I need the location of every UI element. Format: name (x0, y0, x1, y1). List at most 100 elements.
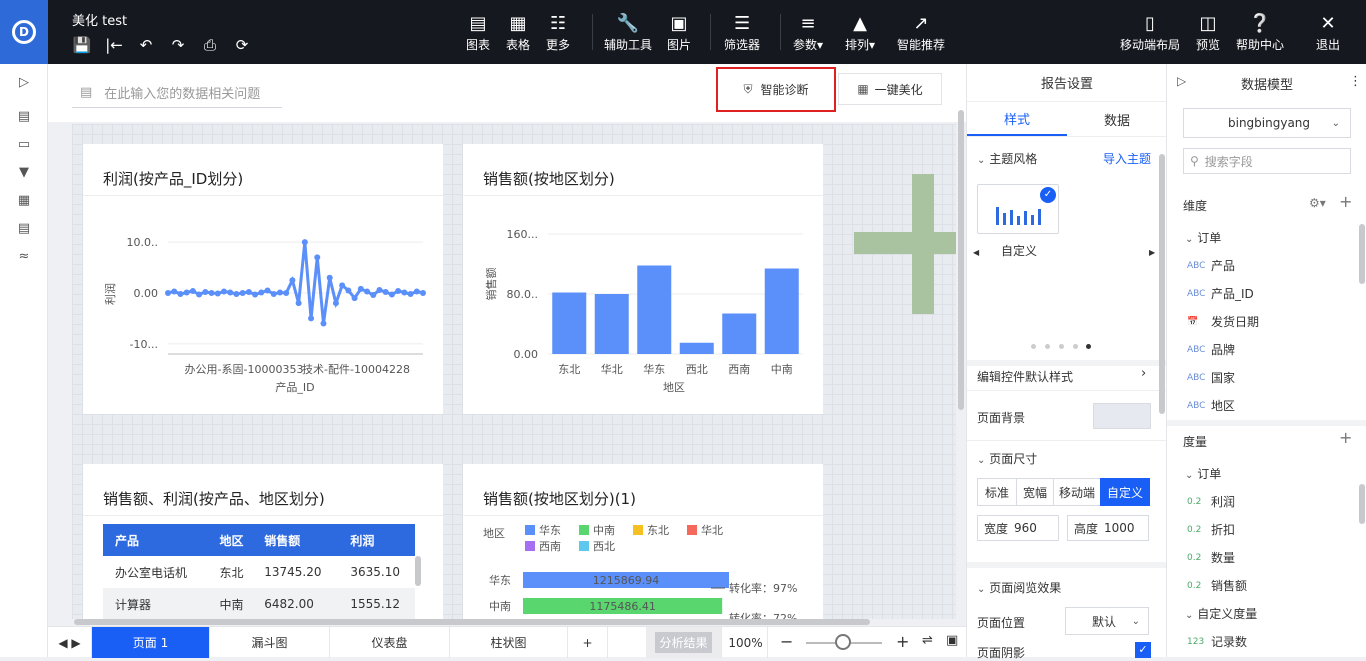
width-field[interactable]: 宽度 960 (977, 515, 1059, 541)
prev-theme-icon[interactable]: ◀ (973, 248, 979, 257)
tab-data[interactable]: 数据 (1067, 102, 1167, 136)
params-button[interactable]: ≡ 参数▾ (793, 12, 823, 56)
table-icon[interactable]: ▦ (14, 192, 34, 210)
print-icon[interactable]: ⎙ (200, 36, 220, 54)
more-options-icon[interactable]: ⋮ (1349, 74, 1362, 89)
pager-dot[interactable] (1073, 344, 1078, 349)
undo-all-icon[interactable]: |← (104, 36, 124, 54)
theme-thumbnail[interactable]: ✓ (977, 184, 1059, 234)
chart-button[interactable]: ▤ 图表 (466, 12, 490, 56)
measure-field[interactable]: 0.2 数量 (1187, 549, 1235, 566)
tab-scroll-arrows[interactable]: ◀ ▶ (48, 627, 92, 658)
one-click-beautify-button[interactable]: ▦ 一键美化 (838, 73, 942, 105)
dimension-field[interactable]: ABC 产品 (1187, 257, 1235, 274)
field-search-input[interactable]: ⚲ 搜索字段 (1183, 148, 1351, 174)
tab-style[interactable]: 样式 (967, 102, 1067, 136)
line-chart-icon[interactable]: ≈ (14, 248, 34, 266)
pager-dot-active[interactable] (1086, 344, 1091, 349)
size-mobile[interactable]: 移动端 (1053, 478, 1101, 506)
tab-bar-chart[interactable]: 柱状图 (450, 627, 568, 658)
table-scrollbar[interactable] (415, 556, 421, 586)
measure-field[interactable]: 0.2 折扣 (1187, 521, 1235, 538)
dimension-field[interactable]: ABC 国家 (1187, 369, 1235, 386)
arrange-button[interactable]: ▲ 排列▾ (845, 12, 875, 56)
pager-dot[interactable] (1031, 344, 1036, 349)
tab-page-1[interactable]: 页面 1 (92, 627, 210, 658)
dimension-group[interactable]: ⌄ 订单 (1185, 229, 1221, 246)
size-standard[interactable]: 标准 (977, 478, 1017, 506)
analysis-result-button[interactable]: 分析结果 (646, 627, 722, 658)
canvas-scrollbar[interactable] (958, 110, 964, 410)
import-theme-link[interactable]: 导入主题 (1103, 150, 1151, 167)
assist-tools-button[interactable]: 🔧 辅助工具 (604, 12, 652, 56)
app-logo[interactable]: D (0, 0, 48, 64)
panel-scrollbar[interactable] (1159, 154, 1165, 414)
dimension-scrollbar[interactable] (1359, 224, 1365, 284)
chart-card-sales-region-1[interactable]: 销售额(按地区划分)(1) 地区 华东 中南 东北 华北 西南 西北 华东 1215869.9… (463, 464, 823, 619)
dimension-field[interactable]: ABC 产品_ID (1187, 285, 1254, 302)
measure-field[interactable]: 0.2 销售额 (1187, 577, 1247, 594)
help-button[interactable]: ❔ 帮助中心 (1236, 12, 1284, 56)
page-position-select[interactable]: 默认 ⌄ (1065, 607, 1149, 635)
canvas-h-scrollbar[interactable] (74, 619, 870, 625)
next-theme-icon[interactable]: ▶ (1149, 248, 1155, 257)
globe-icon[interactable]: ⚙▾ (1309, 196, 1326, 210)
custom-measure-group[interactable]: ⌄ 自定义度量 (1185, 605, 1257, 622)
filter-button[interactable]: ☰ 筛选器 (724, 12, 760, 56)
measure-field[interactable]: 0.2 利润 (1187, 493, 1235, 510)
more-button[interactable]: ☷ 更多 (546, 12, 570, 56)
tab-funnel[interactable]: 漏斗图 (210, 627, 330, 658)
theme-section-header[interactable]: ⌄ 主题风格 (977, 150, 1037, 167)
filter-icon[interactable]: ▼ (14, 164, 34, 182)
image-button[interactable]: ▣ 图片 (667, 12, 691, 56)
chart-icon[interactable]: ▭ (14, 136, 34, 154)
size-custom[interactable]: 自定义 (1100, 478, 1150, 506)
dimension-field[interactable]: ABC 地区 (1187, 397, 1235, 414)
page-shadow-checkbox[interactable]: ✓ (1135, 642, 1151, 658)
edit-default-style-row[interactable]: 编辑控件默认样式 (977, 368, 1073, 385)
height-field[interactable]: 高度 1000 (1067, 515, 1149, 541)
ask-input[interactable]: ▤ 在此输入您的数据相关问题 (72, 78, 282, 108)
exit-button[interactable]: ✕ 退出 (1316, 12, 1340, 56)
tab-gauge[interactable]: 仪表盘 (330, 627, 450, 658)
bar-chart-icon[interactable]: ▤ (14, 220, 34, 238)
zoom-out-icon[interactable]: − (780, 632, 793, 651)
browse-effect-header[interactable]: ⌄ 页面阅览效果 (977, 579, 1061, 596)
mobile-layout-button[interactable]: ▯ 移动端布局 (1120, 12, 1180, 56)
dimension-field[interactable]: ABC 品牌 (1187, 341, 1235, 358)
measure-group[interactable]: ⌄ 订单 (1185, 465, 1221, 482)
fit-width-icon[interactable]: ⇌ (922, 633, 933, 648)
preview-button[interactable]: ◫ 预览 (1196, 12, 1220, 56)
fullscreen-icon[interactable]: ▣ (946, 633, 958, 648)
table-button[interactable]: ▦ 表格 (506, 12, 530, 56)
dataset-select[interactable]: bingbingyang ⌄ (1183, 108, 1351, 138)
zoom-in-icon[interactable]: + (896, 632, 909, 651)
save-icon[interactable]: 💾 (72, 36, 92, 54)
chart-card-sales-region[interactable]: 销售额(按地区划分) 销售额 地区 160... 80.0.. 0.00 东北 华北 华东… (463, 144, 823, 414)
chevron-right-icon[interactable]: › (1141, 366, 1146, 381)
undo-icon[interactable]: ↶ (136, 36, 156, 54)
size-wide[interactable]: 宽幅 (1016, 478, 1054, 506)
column-header[interactable]: 利润 (338, 524, 415, 556)
component-list-icon[interactable]: ▤ (14, 108, 34, 126)
page-size-header[interactable]: ⌄ 页面尺寸 (977, 450, 1037, 467)
smart-diagnose-button[interactable]: ⛨ 智能诊断 (716, 67, 836, 112)
collapse-panel-icon[interactable]: ▷ (14, 74, 34, 92)
measure-scrollbar[interactable] (1359, 484, 1365, 524)
add-measure-icon[interactable]: + (1339, 428, 1352, 447)
redo-icon[interactable]: ↷ (168, 36, 188, 54)
measure-field[interactable]: 123 记录数 (1187, 633, 1247, 650)
zoom-slider-handle[interactable] (835, 634, 851, 650)
add-dimension-icon[interactable]: + (1339, 192, 1352, 211)
pager-dot[interactable] (1059, 344, 1064, 349)
page-bg-color-picker[interactable] (1093, 403, 1151, 429)
column-header[interactable]: 销售额 (252, 524, 339, 556)
smart-recommend-button[interactable]: ↗ 智能推荐 (897, 12, 945, 56)
column-header[interactable]: 产品 (103, 524, 208, 556)
column-header[interactable]: 地区 (207, 524, 253, 556)
dimension-field[interactable]: 📅 发货日期 (1187, 313, 1259, 330)
refresh-icon[interactable]: ⟳ (232, 36, 252, 54)
add-tab-button[interactable]: + (568, 627, 608, 658)
pager-dot[interactable] (1045, 344, 1050, 349)
chart-card-profit[interactable]: 利润(按产品_ID划分) 利润 产品_ID 10.0.. 0.00 -10... 办公… (83, 144, 443, 414)
